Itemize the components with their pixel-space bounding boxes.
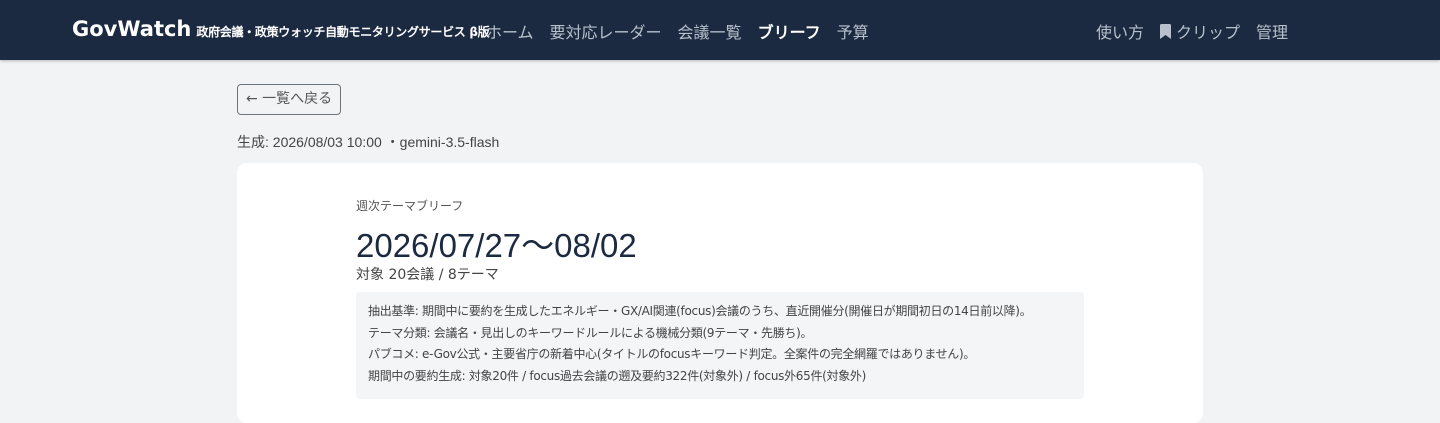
nav-meetings[interactable]: 会議一覧 xyxy=(678,19,742,43)
back-to-list-button[interactable]: ← 一覧へ戻る xyxy=(237,84,342,115)
brand-subtitle: 政府会議・政策ウォッチ自動モニタリングサービス β版 xyxy=(196,25,490,39)
brand-name[interactable]: GovWatch xyxy=(72,17,191,41)
brief-eyebrow: 週次テーマブリーフ xyxy=(356,199,464,213)
nav-budget[interactable]: 予算 xyxy=(837,19,869,43)
top-navbar: GovWatch 政府会議・政策ウォッチ自動モニタリングサービス β版 ホーム … xyxy=(0,0,1440,60)
right-nav: 使い方 クリップ 管理 xyxy=(1096,19,1288,43)
bookmark-icon xyxy=(1160,23,1172,39)
nav-clip[interactable]: クリップ xyxy=(1160,19,1240,43)
nav-admin[interactable]: 管理 xyxy=(1256,19,1288,43)
criteria-notes: 抽出基準: 期間中に要約を生成したエネルギー・GX/AI関連(focus)会議の… xyxy=(356,292,1084,399)
note-line: パブコメ: e-Gov公式・主要省庁の新着中心(タイトルのfocusキーワード判… xyxy=(368,347,976,361)
brief-scope: 対象 20会議 / 8テーマ xyxy=(356,267,499,283)
main-nav: ホーム 要対応レーダー 会議一覧 ブリーフ 予算 xyxy=(486,19,869,43)
brief-card: 週次テーマブリーフ 2026/07/27〜08/02 対象 20会議 / 8テー… xyxy=(237,163,1203,423)
note-line: 抽出基準: 期間中に要約を生成したエネルギー・GX/AI関連(focus)会議の… xyxy=(368,304,1032,318)
nav-radar[interactable]: 要対応レーダー xyxy=(550,19,662,43)
nav-clip-label: クリップ xyxy=(1176,23,1241,42)
note-line: 期間中の要約生成: 対象20件 / focus過去会議の遡及要約322件(対象外… xyxy=(368,368,867,383)
generation-meta: 生成: 2026/08/03 10:00 ・gemini-3.5-flash xyxy=(237,134,500,150)
brief-title: 2026/07/27〜08/02 xyxy=(356,227,637,264)
note-line: テーマ分類: 会議名・見出しのキーワードルールによる機械分類(9テーマ・先勝ち)… xyxy=(368,325,813,340)
nav-brief[interactable]: ブリーフ xyxy=(758,19,821,43)
nav-help[interactable]: 使い方 xyxy=(1096,19,1144,43)
brand[interactable]: GovWatch 政府会議・政策ウォッチ自動モニタリングサービス β版 xyxy=(72,17,490,41)
nav-home[interactable]: ホーム xyxy=(486,19,534,43)
